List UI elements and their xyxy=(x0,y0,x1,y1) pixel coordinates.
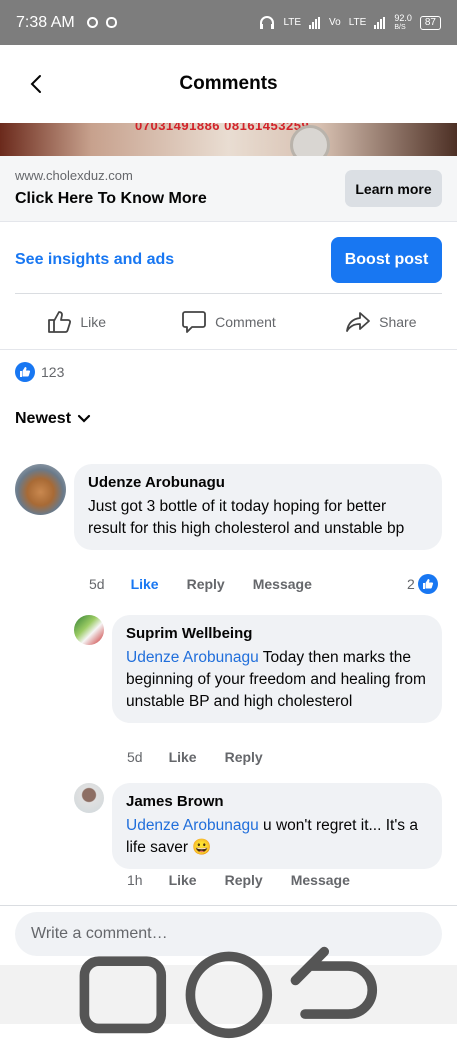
like-action-button[interactable]: Like xyxy=(0,300,152,344)
comment-time: 5d xyxy=(89,576,105,592)
like-reaction-icon xyxy=(417,574,438,594)
boost-post-button[interactable]: Boost post xyxy=(331,237,442,283)
comment-bubble: Udenze Arobunagu Just got 3 bottle of it… xyxy=(74,464,442,550)
mention-link[interactable]: Udenze Arobunagu xyxy=(126,649,259,666)
sort-dropdown[interactable]: Newest xyxy=(15,410,91,428)
reply-like-button[interactable]: Like xyxy=(169,749,197,765)
page-header: Comments xyxy=(0,45,457,123)
reply-reply-button[interactable]: Reply xyxy=(225,749,263,765)
ad-url: www.cholexduz.com xyxy=(15,168,133,183)
lte-label: LTE xyxy=(283,17,302,28)
comment-bubble-icon xyxy=(182,311,207,333)
notification-ring-icon xyxy=(105,17,117,28)
reply-like-button[interactable]: Like xyxy=(169,872,197,888)
post-actions: Like Comment Share xyxy=(0,300,457,344)
notification-dot-icon xyxy=(86,17,98,28)
comment-reaction-count[interactable]: 2 xyxy=(407,574,438,594)
battery-icon: 87 xyxy=(419,15,441,30)
reply-message-button[interactable]: Message xyxy=(291,872,350,888)
reply-bubble: James Brown Udenze Arobunagu u won't reg… xyxy=(112,783,442,869)
home-icon[interactable] xyxy=(176,942,282,1047)
signal-icon-2 xyxy=(374,16,386,29)
signal-icon xyxy=(309,16,321,29)
comment-action-button[interactable]: Comment xyxy=(152,300,304,344)
reply-meta: 1h Like Reply Message xyxy=(127,872,378,888)
learn-more-button[interactable]: Learn more xyxy=(345,170,442,207)
share-arrow-icon xyxy=(346,312,371,332)
insights-row: See insights and ads Boost post xyxy=(15,237,442,283)
ad-image[interactable]: 07031491886 08161453259 xyxy=(0,123,457,156)
comment-text: Just got 3 bottle of it today hoping for… xyxy=(88,498,405,537)
comment-label: Comment xyxy=(215,314,276,330)
reply-text: Udenze Arobunagu Today then marks the be… xyxy=(126,649,426,710)
sort-label: Newest xyxy=(15,410,72,427)
share-action-button[interactable]: Share xyxy=(305,300,457,344)
volte-label: Vo xyxy=(329,17,341,28)
status-bar: 7:38 AM LTE Vo LTE 92.0 B/S 87 xyxy=(0,0,457,45)
comment-like-button[interactable]: Like xyxy=(131,576,159,592)
divider xyxy=(0,349,457,350)
reply-reply-button[interactable]: Reply xyxy=(225,872,263,888)
ad-headline: Click Here To Know More xyxy=(15,190,207,207)
status-time: 7:38 AM xyxy=(16,13,75,31)
avatar[interactable] xyxy=(74,783,104,813)
reply-time: 1h xyxy=(127,872,143,888)
back-arrow-icon[interactable] xyxy=(26,73,48,95)
reply-author[interactable]: James Brown xyxy=(126,792,428,812)
watch-image xyxy=(290,125,330,156)
divider xyxy=(15,293,442,294)
share-label: Share xyxy=(379,314,417,330)
mention-link[interactable]: Udenze Arobunagu xyxy=(126,817,259,834)
like-label: Like xyxy=(80,314,106,330)
comment-reply-button[interactable]: Reply xyxy=(187,576,225,592)
system-nav-bar xyxy=(0,946,457,1038)
avatar[interactable] xyxy=(15,464,66,515)
page-title: Comments xyxy=(179,73,278,94)
like-reaction-icon xyxy=(15,362,35,382)
comment-message-button[interactable]: Message xyxy=(253,576,312,592)
reply-text: Udenze Arobunagu u won't regret it... It… xyxy=(126,817,418,856)
chevron-down-icon xyxy=(77,414,91,423)
see-insights-link[interactable]: See insights and ads xyxy=(15,251,174,269)
avatar[interactable] xyxy=(74,615,104,645)
headphones-icon xyxy=(260,15,275,29)
comment-author[interactable]: Udenze Arobunagu xyxy=(88,473,428,493)
recent-apps-icon[interactable] xyxy=(70,942,176,1047)
comment-meta: 5d Like Reply Message xyxy=(89,576,340,592)
thumbs-up-icon xyxy=(48,311,72,333)
reply-author[interactable]: Suprim Wellbeing xyxy=(126,624,428,644)
back-icon[interactable] xyxy=(281,942,387,1047)
reply-meta: 5d Like Reply xyxy=(127,749,291,765)
ad-image-phone-text: 07031491886 08161453259 xyxy=(135,123,310,133)
reply-time: 5d xyxy=(127,749,143,765)
ad-link-box[interactable]: www.cholexduz.com Click Here To Know Mor… xyxy=(0,156,457,222)
lte-label-2: LTE xyxy=(348,17,367,28)
net-speed: 92.0 B/S xyxy=(394,12,412,31)
reaction-count: 123 xyxy=(41,364,65,380)
reaction-summary[interactable]: 123 xyxy=(15,362,64,382)
reply-bubble: Suprim Wellbeing Udenze Arobunagu Today … xyxy=(112,615,442,723)
